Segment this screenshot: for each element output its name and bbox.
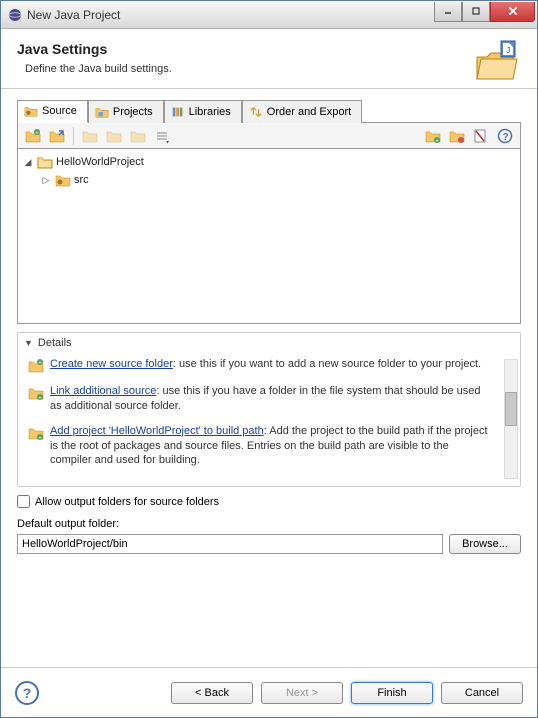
maximize-button[interactable] (462, 2, 490, 22)
svg-text:+: + (435, 138, 439, 144)
svg-text:+: + (38, 396, 42, 402)
toolbar-separator (73, 127, 74, 145)
footer-help-button[interactable]: ? (15, 681, 39, 705)
dialog-footer: ? < Back Next > Finish Cancel (1, 667, 537, 717)
tab-projects[interactable]: Projects (88, 100, 164, 123)
dialog-body: Source Projects Libraries Order and Expo… (1, 89, 537, 564)
svg-text:+: + (35, 130, 39, 136)
next-button: Next > (261, 682, 343, 704)
dialog-header: Java Settings Define the Java build sett… (1, 29, 537, 89)
tab-bar: Source Projects Libraries Order and Expo… (17, 99, 521, 123)
back-button[interactable]: < Back (171, 682, 253, 704)
tab-label: Order and Export (267, 106, 351, 118)
default-output-section: Default output folder: Browse... (17, 518, 521, 554)
allow-output-folders-checkbox[interactable] (17, 495, 30, 508)
java-settings-banner-icon: J (473, 37, 521, 85)
add-project-buildpath-link[interactable]: Add project 'HelloWorldProject' to build… (50, 425, 264, 437)
remove-button (103, 125, 125, 147)
tree-root-row[interactable]: ◢ HelloWorldProject (22, 153, 516, 171)
add-source-folder-button[interactable]: + (22, 125, 44, 147)
projects-icon (95, 105, 109, 119)
tab-label: Source (42, 105, 77, 117)
finish-button[interactable]: Finish (351, 682, 433, 704)
help-button[interactable]: ? (494, 125, 516, 147)
scrollbar-thumb[interactable] (505, 392, 517, 426)
source-tree[interactable]: ◢ HelloWorldProject ▷ src (17, 149, 521, 324)
add-project-buildpath-icon: + (28, 425, 44, 441)
allow-output-folders-row[interactable]: Allow output folders for source folders (17, 495, 521, 508)
expand-toggle[interactable]: ▷ (40, 175, 52, 186)
minimize-button[interactable] (434, 2, 462, 22)
edit-button (79, 125, 101, 147)
link-source-icon: + (28, 385, 44, 401)
allow-output-folders-label: Allow output folders for source folders (35, 496, 219, 508)
detail-text: : use this if you want to add a new sour… (173, 358, 481, 370)
source-folder-icon (55, 172, 71, 188)
dropdown-button[interactable] (151, 125, 173, 147)
tab-source[interactable]: Source (17, 100, 88, 123)
remove-from-buildpath-button[interactable] (446, 125, 468, 147)
svg-text:+: + (38, 435, 42, 441)
details-scrollbar[interactable] (504, 359, 518, 479)
add-to-buildpath-button[interactable]: + (422, 125, 444, 147)
default-output-input[interactable] (17, 534, 443, 554)
project-folder-icon (37, 154, 53, 170)
details-title: Details (38, 337, 72, 349)
toggle-button (127, 125, 149, 147)
svg-text:+: + (38, 361, 42, 367)
page-subtitle: Define the Java build settings. (25, 63, 521, 75)
titlebar[interactable]: New Java Project (1, 1, 537, 29)
svg-text:?: ? (503, 132, 509, 143)
source-folder-icon (24, 104, 38, 118)
tab-libraries[interactable]: Libraries (164, 100, 242, 123)
libraries-icon (171, 105, 185, 119)
source-toolbar: + + ? (17, 123, 521, 149)
expand-toggle[interactable]: ◢ (22, 157, 34, 168)
link-source-button[interactable] (46, 125, 68, 147)
tab-order-export[interactable]: Order and Export (242, 100, 362, 123)
close-button[interactable] (490, 2, 535, 22)
exclude-button[interactable] (470, 125, 492, 147)
detail-link-source: + Link additional source: use this if yo… (28, 384, 510, 414)
tab-label: Projects (113, 106, 153, 118)
tree-child-row[interactable]: ▷ src (22, 171, 516, 189)
create-source-folder-link[interactable]: Create new source folder (50, 358, 173, 370)
tree-root-label: HelloWorldProject (56, 156, 144, 168)
default-output-label: Default output folder: (17, 518, 521, 530)
page-title: Java Settings (17, 41, 521, 57)
link-additional-source-link[interactable]: Link additional source (50, 385, 156, 397)
eclipse-icon (7, 7, 23, 23)
window-title: New Java Project (27, 8, 434, 22)
browse-button[interactable]: Browse... (449, 534, 521, 554)
tree-child-label: src (74, 174, 89, 186)
dialog-window: New Java Project Java Settings Define th… (0, 0, 538, 718)
tab-label: Libraries (189, 106, 231, 118)
cancel-button[interactable]: Cancel (441, 682, 523, 704)
details-toggle[interactable]: ▼ Details (18, 333, 520, 353)
svg-text:J: J (506, 46, 510, 55)
new-source-folder-icon: + (28, 358, 44, 374)
order-export-icon (249, 105, 263, 119)
details-section: ▼ Details + Create new source folder: us… (17, 332, 521, 487)
detail-create-source-folder: + Create new source folder: use this if … (28, 357, 510, 374)
detail-add-to-buildpath: + Add project 'HelloWorldProject' to bui… (28, 424, 510, 469)
